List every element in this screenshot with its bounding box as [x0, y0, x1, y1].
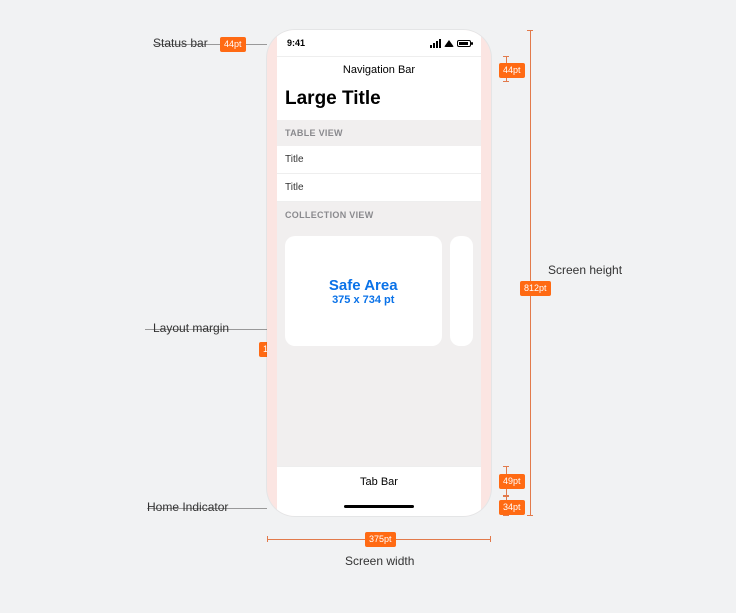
badge-home-indicator-height: 34pt — [499, 500, 525, 515]
safe-area-dimensions: 375 x 734 pt — [332, 294, 394, 306]
home-indicator[interactable] — [277, 496, 481, 516]
collection-card[interactable] — [450, 236, 473, 346]
badge-tab-bar-height: 49pt — [499, 474, 525, 489]
signal-icon — [430, 39, 441, 48]
table-row[interactable]: Title — [277, 174, 481, 202]
tab-bar[interactable]: Tab Bar — [277, 466, 481, 496]
navigation-bar: Navigation Bar — [277, 56, 481, 82]
badge-status-bar-height: 44pt — [220, 37, 246, 52]
collection-card[interactable]: Safe Area 375 x 734 pt — [285, 236, 442, 346]
label-home-indicator: Home Indicator — [147, 500, 228, 514]
wifi-icon — [444, 40, 454, 47]
badge-screen-height: 812pt — [520, 281, 551, 296]
collection-view-header: COLLECTION VIEW — [277, 202, 481, 228]
content-area — [277, 354, 481, 466]
table-row[interactable]: Title — [277, 146, 481, 174]
table-view-header: TABLE VIEW — [277, 120, 481, 146]
status-bar: 9:41 — [277, 30, 481, 56]
label-status-bar: Status bar — [153, 36, 208, 50]
label-screen-width: Screen width — [345, 554, 414, 568]
status-time: 9:41 — [287, 38, 305, 48]
badge-screen-width: 375pt — [365, 532, 396, 547]
status-icons — [430, 39, 471, 48]
large-title: Large Title — [277, 82, 481, 120]
label-screen-height: Screen height — [548, 263, 622, 277]
phone-frame: 9:41 Navigation Bar Large Title TABLE VI… — [267, 30, 491, 516]
safe-area-title: Safe Area — [329, 277, 398, 294]
label-layout-margin: Layout margin — [153, 321, 229, 335]
badge-nav-bar-height: 44pt — [499, 63, 525, 78]
battery-icon — [457, 40, 471, 47]
collection-view: Safe Area 375 x 734 pt — [277, 228, 481, 354]
